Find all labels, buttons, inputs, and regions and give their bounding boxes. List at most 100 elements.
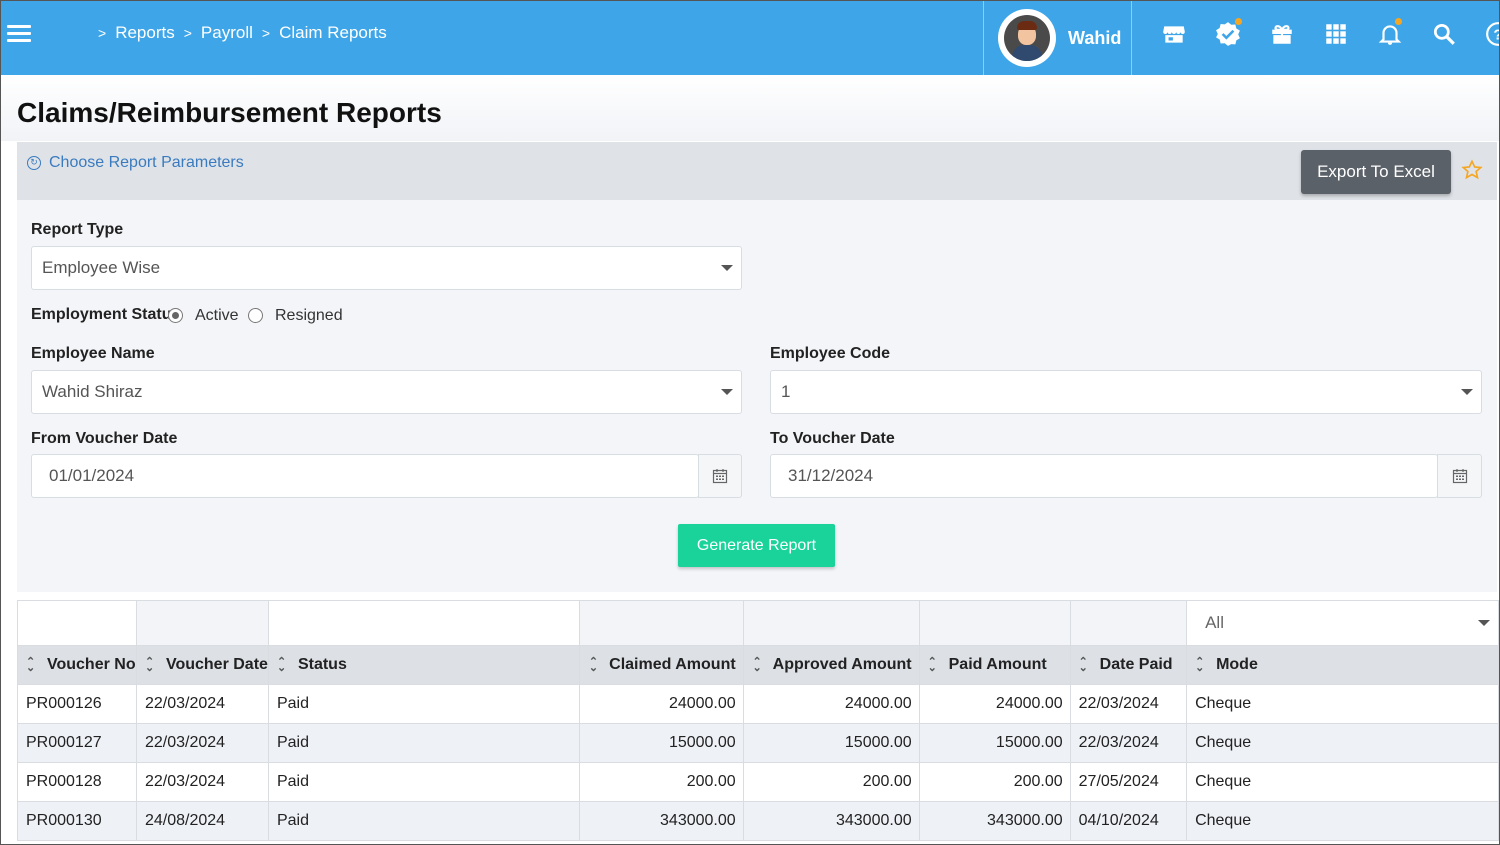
filter-cell [1069,600,1188,646]
header-row: ⌃ ⌄ Voucher No ⌃ ⌄ Voucher Date ⌃ ⌄ Status ⌃ ⌄ C… [17,645,1499,685]
chevron-down-icon [721,265,733,271]
filter-row: All [17,600,1499,646]
employment-status-label: Employment Status [31,306,181,323]
breadcrumb-reports[interactable]: Reports [115,23,175,43]
cell-mode: Cheque [1186,801,1499,841]
calendar-icon [712,469,728,484]
status-resigned-radio[interactable] [248,308,263,323]
bell-icon[interactable] [1375,18,1429,49]
cell-voucher-no: PR000128 [17,762,137,802]
cell-voucher-date: 22/03/2024 [135,762,269,802]
cell-mode: Cheque [1186,684,1499,724]
cell-approved-amount: 343000.00 [742,801,920,841]
apps-grid-icon[interactable] [1321,19,1375,49]
from-date-calendar-button[interactable] [698,454,742,498]
status-active-label: Active [195,307,239,324]
cell-date-paid: 27/05/2024 [1069,762,1188,802]
sort-icon: ⌃ ⌄ [1195,655,1205,674]
app-frame: > Reports > Payroll > Claim Reports Wahi… [0,0,1500,845]
claims-table: All ⌃ ⌄ Voucher No ⌃ ⌄ Voucher Date ⌃ ⌄ Status… [17,600,1499,841]
cell-claimed-amount: 24000.00 [579,684,744,724]
chevron-down-icon [1478,620,1490,626]
col-voucher-date[interactable]: ⌃ ⌄ Voucher Date [135,645,269,685]
to-date-value: 31/12/2024 [788,466,874,485]
cell-voucher-no: PR000127 [17,723,137,763]
col-claimed-amount[interactable]: ⌃ ⌄ Claimed Amount [579,645,744,685]
breadcrumb-payroll[interactable]: Payroll [201,23,253,43]
cell-paid-amount: 24000.00 [918,684,1071,724]
col-status[interactable]: ⌃ ⌄ Status [267,645,581,685]
search-icon[interactable] [1429,19,1483,49]
choose-params-label: Choose Report Parameters [49,154,244,171]
user-menu[interactable]: Wahid [983,1,1132,75]
gift-icon[interactable] [1267,19,1321,49]
cell-status: Paid [267,801,581,841]
cell-voucher-date: 22/03/2024 [135,684,269,724]
table-body: PR000126 22/03/2024 Paid 24000.00 24000.… [17,684,1499,841]
employee-name-select[interactable]: Wahid Shiraz [31,370,742,414]
from-date-value: 01/01/2024 [49,466,135,485]
cell-date-paid: 22/03/2024 [1069,723,1188,763]
top-bar: > Reports > Payroll > Claim Reports Wahi… [1,1,1500,75]
cell-mode: Cheque [1186,723,1499,763]
choose-params-link[interactable]: ↻ Choose Report Parameters [27,154,244,172]
table-row[interactable]: PR000126 22/03/2024 Paid 24000.00 24000.… [17,684,1499,724]
breadcrumb-claim-reports[interactable]: Claim Reports [279,23,387,43]
favorite-star-icon[interactable] [1461,159,1483,181]
sort-icon: ⌃ ⌄ [1078,655,1088,674]
cell-date-paid: 22/03/2024 [1069,684,1188,724]
to-date-label: To Voucher Date [770,430,895,447]
chevron-right-icon: > [261,25,271,41]
employee-code-value: 1 [781,382,791,401]
menu-icon[interactable] [7,25,31,43]
table-row[interactable]: PR000130 24/08/2024 Paid 343000.00 34300… [17,801,1499,841]
employee-code-label: Employee Code [770,345,891,362]
breadcrumb: > Reports > Payroll > Claim Reports [89,23,387,43]
sort-icon: ⌃ ⌄ [752,655,762,674]
col-mode[interactable]: ⌃ ⌄ Mode [1186,645,1499,685]
sort-icon: ⌃ ⌄ [276,655,287,674]
user-name: Wahid [1068,27,1122,48]
mode-filter-select[interactable]: All [1195,601,1498,645]
mode-filter-cell: All [1186,600,1499,646]
report-type-value: Employee Wise [42,258,161,277]
cell-voucher-date: 22/03/2024 [135,723,269,763]
cell-claimed-amount: 15000.00 [579,723,744,763]
status-active-radio[interactable] [168,308,183,323]
cell-paid-amount: 15000.00 [918,723,1071,763]
col-date-paid[interactable]: ⌃ ⌄ Date Paid [1069,645,1188,685]
col-approved-amount[interactable]: ⌃ ⌄ Approved Amount [742,645,920,685]
toggle-icon: ↻ [27,156,41,170]
employee-code-select[interactable]: 1 [770,370,1482,414]
cell-voucher-no: PR000126 [17,684,137,724]
filter-cell [267,600,581,646]
help-icon[interactable]: ? [1483,19,1500,49]
table-row[interactable]: PR000127 22/03/2024 Paid 15000.00 15000.… [17,723,1499,763]
sort-icon: ⌃ ⌄ [26,655,36,674]
employee-name-label: Employee Name [31,345,155,362]
cell-claimed-amount: 343000.00 [579,801,744,841]
generate-report-button[interactable]: Generate Report [678,524,835,567]
col-voucher-no[interactable]: ⌃ ⌄ Voucher No [17,645,137,685]
cell-date-paid: 04/10/2024 [1069,801,1188,841]
to-date-input[interactable]: 31/12/2024 [770,454,1438,498]
filter-cell [579,600,744,646]
report-type-select[interactable]: Employee Wise [31,246,742,290]
from-date-label: From Voucher Date [31,430,178,447]
page-title: Claims/Reimbursement Reports [17,97,442,128]
mode-filter-value: All [1205,613,1224,632]
col-paid-amount[interactable]: ⌃ ⌄ Paid Amount [918,645,1071,685]
cell-voucher-date: 24/08/2024 [135,801,269,841]
export-to-excel-button[interactable]: Export To Excel [1301,150,1451,194]
verified-badge-icon[interactable] [1213,18,1267,49]
store-icon[interactable] [1159,19,1213,49]
to-date-calendar-button[interactable] [1437,454,1482,498]
chevron-down-icon [721,389,733,395]
svg-text:?: ? [1493,26,1500,43]
filter-cell [742,600,920,646]
sort-icon: ⌃ ⌄ [927,655,937,674]
table-row[interactable]: PR000128 22/03/2024 Paid 200.00 200.00 2… [17,762,1499,802]
cell-status: Paid [267,762,581,802]
cell-status: Paid [267,723,581,763]
from-date-input[interactable]: 01/01/2024 [31,454,699,498]
